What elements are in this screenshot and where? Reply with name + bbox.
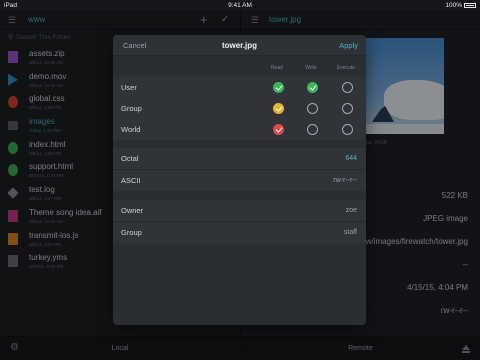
execute-toggle[interactable]	[342, 103, 353, 114]
execute-toggle[interactable]	[342, 82, 353, 93]
octal-field[interactable]: 644	[345, 155, 357, 162]
owner-label: Owner	[121, 206, 144, 215]
group-owner-row[interactable]: Group staff	[113, 222, 366, 243]
write-toggle[interactable]	[307, 103, 318, 114]
column-header-write: Write	[305, 65, 317, 71]
apply-button[interactable]: Apply	[339, 41, 358, 50]
read-toggle[interactable]	[273, 124, 284, 135]
clock: 9:41 AM	[228, 1, 252, 9]
status-bar: iPad 9:41 AM 100%	[0, 0, 480, 10]
battery-icon	[464, 2, 476, 8]
permission-row-group: Group	[113, 98, 366, 119]
owner-row[interactable]: Owner zoe	[113, 200, 366, 221]
ascii-row: ASCII rw-r--r--	[113, 170, 366, 191]
octal-row[interactable]: Octal 644	[113, 148, 366, 169]
battery-indicator: 100%	[445, 2, 476, 9]
write-toggle[interactable]	[307, 82, 318, 93]
permission-row-label: World	[121, 125, 141, 134]
permission-row-label: User	[121, 83, 137, 92]
read-toggle[interactable]	[273, 82, 284, 93]
dialog-title: tower.jpg	[221, 40, 258, 50]
group-owner-field[interactable]: staff	[344, 229, 357, 236]
ascii-label: ASCII	[121, 176, 141, 185]
read-toggle[interactable]	[273, 103, 284, 114]
battery-percent: 100%	[445, 1, 462, 9]
permission-row-world: World	[113, 119, 366, 140]
ascii-value: rw-r--r--	[333, 176, 357, 184]
execute-toggle[interactable]	[342, 124, 353, 135]
write-toggle[interactable]	[307, 124, 318, 135]
permission-row-user: User	[113, 77, 366, 98]
dialog-header: Cancel tower.jpg Apply	[113, 35, 366, 56]
owner-field[interactable]: zoe	[346, 207, 357, 214]
column-header-execute: Execute	[336, 65, 356, 71]
group-owner-label: Group	[121, 228, 142, 237]
octal-label: Octal	[121, 154, 139, 163]
permissions-dialog: Cancel tower.jpg Apply Read Write Execut…	[113, 35, 366, 325]
permission-row-label: Group	[121, 104, 142, 113]
column-header-read: Read	[271, 65, 283, 71]
